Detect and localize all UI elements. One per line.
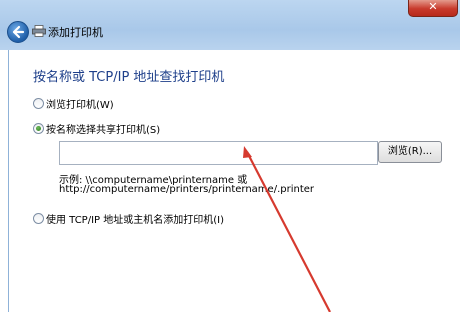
annotation-arrow [243,146,331,312]
